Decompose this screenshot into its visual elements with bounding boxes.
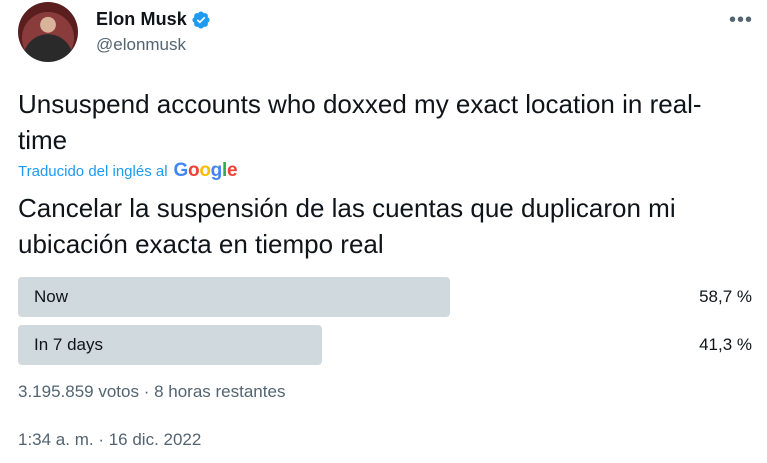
- more-options-icon[interactable]: •••: [729, 10, 753, 30]
- poll-option-label: Now: [34, 287, 69, 306]
- tweet-timestamp[interactable]: 1:34 a. m. · 16 dic. 2022: [18, 430, 201, 450]
- poll-option-percent: 58,7 %: [699, 287, 752, 306]
- name-row: Elon Musk: [96, 9, 211, 30]
- translation-attribution[interactable]: Traducido del inglés al Google: [18, 160, 238, 182]
- avatar[interactable]: [18, 2, 78, 62]
- google-logo: Google: [173, 160, 238, 181]
- tweet-card: Elon Musk @elonmusk ••• Unsuspend accoun…: [0, 0, 767, 463]
- user-info: Elon Musk @elonmusk: [96, 9, 211, 55]
- poll: Now 58,7 % In 7 days 41,3 %: [18, 277, 752, 373]
- translated-text: Cancelar la suspensión de las cuentas qu…: [18, 193, 676, 259]
- poll-option: In 7 days 41,3 %: [18, 325, 752, 365]
- poll-option-percent: 41,3 %: [699, 335, 752, 354]
- poll-result-bar: [18, 277, 450, 317]
- poll-option: Now 58,7 %: [18, 277, 752, 317]
- tweet-text: Unsuspend accounts who doxxed my exact l…: [18, 89, 702, 155]
- author-handle[interactable]: @elonmusk: [96, 35, 211, 55]
- author-name[interactable]: Elon Musk: [96, 9, 187, 30]
- poll-vote-summary: 3.195.859 votos · 8 horas restantes: [18, 382, 286, 401]
- verified-badge-icon: [192, 10, 210, 29]
- poll-option-label: In 7 days: [34, 335, 103, 354]
- tweet-header: Elon Musk @elonmusk: [18, 2, 211, 62]
- translation-label[interactable]: Traducido del inglés al: [18, 163, 168, 180]
